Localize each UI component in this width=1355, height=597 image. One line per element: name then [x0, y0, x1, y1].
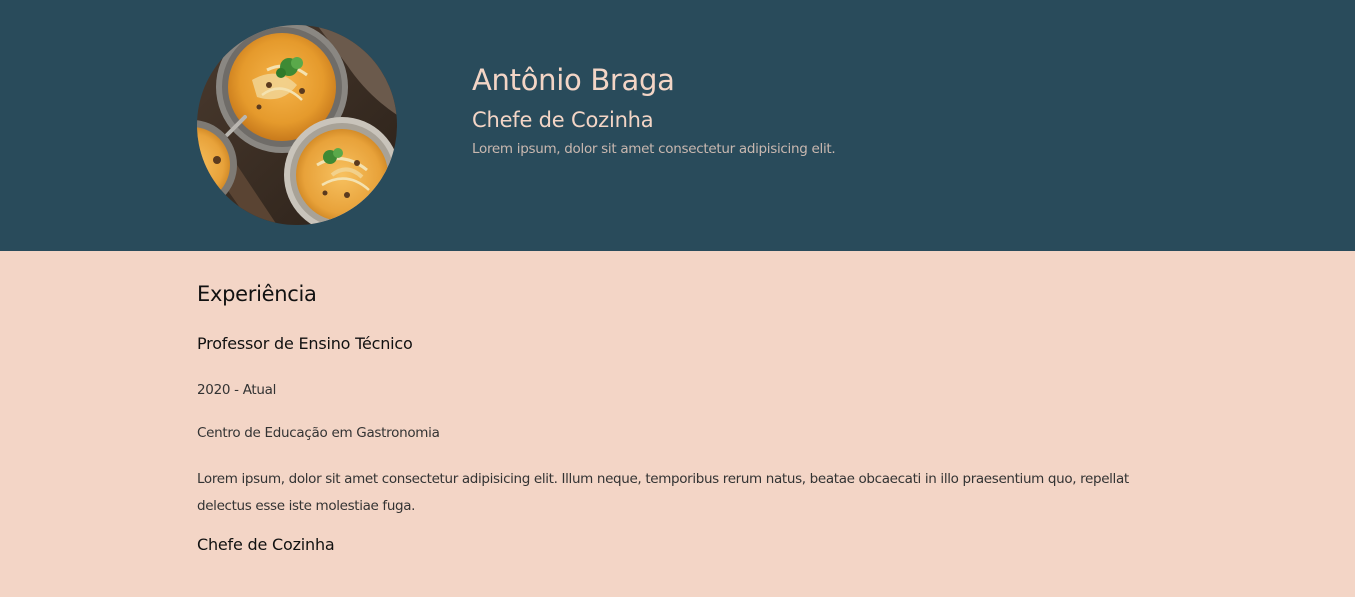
section-title-experience: Experiência [197, 282, 317, 306]
job-description: Lorem ipsum, dolor sit amet consectetur … [197, 471, 1129, 514]
soup-bowls-photo-icon [197, 25, 397, 225]
profile-header: Antônio Braga Chefe de Cozinha Lorem ips… [0, 0, 1355, 251]
job-entry: Chefe de Cozinha [197, 534, 1177, 556]
job-entry: Professor de Ensino Técnico 2020 - Atual… [197, 333, 1177, 520]
job-title: Professor de Ensino Técnico [197, 334, 413, 353]
profile-tagline: Lorem ipsum, dolor sit amet consectetur … [472, 141, 836, 157]
profile-role: Chefe de Cozinha [472, 108, 654, 132]
job-place: Centro de Educação em Gastronomia [197, 425, 440, 441]
job-title: Chefe de Cozinha [197, 535, 335, 554]
experience-section: Experiência Professor de Ensino Técnico … [197, 278, 1177, 556]
profile-photo [197, 25, 397, 225]
profile-intro: Antônio Braga Chefe de Cozinha Lorem ips… [472, 60, 1172, 159]
job-period: 2020 - Atual [197, 382, 277, 398]
profile-name: Antônio Braga [472, 63, 675, 97]
